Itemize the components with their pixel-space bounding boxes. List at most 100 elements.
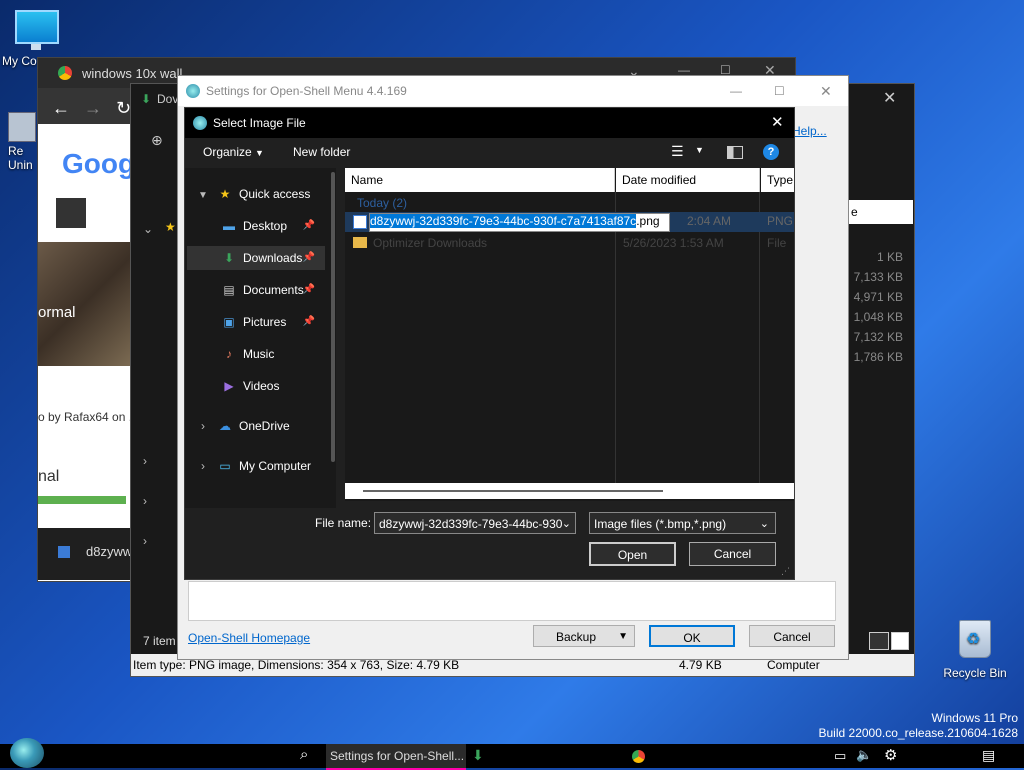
chevron-right-icon[interactable]: › — [143, 494, 147, 508]
homepage-link[interactable]: Open-Shell Homepage — [188, 631, 310, 645]
thumbnail-icon[interactable] — [56, 198, 86, 228]
chrome-icon[interactable] — [632, 750, 645, 763]
chevron-down-icon: ⌄ — [561, 518, 571, 530]
settings-titlebar: Settings for Open-Shell Menu 4.4.169 — ☐… — [178, 76, 848, 106]
column-header-size[interactable]: e — [847, 200, 913, 224]
browser-tab-title[interactable]: windows 10x wall — [82, 66, 182, 81]
desktop-icon-uninstall[interactable]: Re Unin — [8, 112, 38, 172]
file-row-selected[interactable]: 2:04 AM PNG d8zywwj-32d339fc-79e3-44bc-9… — [345, 212, 794, 232]
ok-button[interactable]: OK — [649, 625, 735, 647]
gear-icon[interactable]: ⚙ — [884, 746, 897, 764]
taskbar-item-settings[interactable]: Settings for Open-Shell... — [326, 744, 466, 770]
reload-icon[interactable]: ↻ — [116, 98, 131, 119]
progress-bar — [38, 496, 126, 504]
network-icon[interactable]: ▭ — [834, 748, 846, 764]
dialog-titlebar: Select Image File ✕ — [185, 108, 794, 138]
settings-title: Settings for Open-Shell Menu 4.4.169 — [206, 84, 407, 98]
nav-item-videos[interactable]: ▶ Videos — [221, 374, 279, 398]
size-cell: 1 KB — [876, 250, 903, 264]
column-header-name[interactable]: Name — [345, 168, 615, 192]
help-link[interactable]: Help... — [792, 124, 827, 138]
organize-button[interactable]: Organize ▼ — [203, 145, 264, 159]
back-arrow-icon[interactable]: ← — [52, 98, 70, 119]
nav-label: Desktop — [243, 219, 288, 233]
dropdown-arrow-icon: ▼ — [255, 148, 264, 158]
minimize-icon[interactable]: — — [730, 76, 742, 106]
folder-icon — [353, 237, 367, 248]
nav-item-onedrive[interactable]: › ☁ OneDrive — [195, 414, 290, 438]
add-icon[interactable]: ⊕ — [151, 132, 163, 149]
maximize-icon[interactable]: ☐ — [774, 76, 785, 106]
file-type: File — [767, 236, 787, 250]
dialog-command-bar: Organize ▼ New folder ☰ ▼ ? — [185, 138, 794, 168]
file-type-value: Image files (*.bmp,*.png) — [594, 517, 727, 531]
cancel-button[interactable]: Cancel — [749, 625, 835, 647]
nav-item-downloads[interactable]: ⬇ Downloads 📌 — [187, 246, 325, 270]
chevron-down-icon[interactable]: ⌄ — [143, 222, 153, 236]
dialog-cancel-button[interactable]: Cancel — [689, 542, 776, 566]
chevron-right-icon[interactable]: › — [143, 534, 147, 548]
dropdown-arrow-icon[interactable]: ▼ — [695, 145, 704, 155]
nav-label: OneDrive — [239, 419, 290, 433]
help-icon[interactable]: ? — [763, 144, 779, 160]
chrome-icon — [58, 66, 72, 80]
rename-input[interactable]: d8zywwj-32d339fc-79e3-44bc-930f-c7a7413a… — [369, 213, 670, 232]
preview-pane-icon[interactable] — [727, 146, 743, 159]
view-list-icon[interactable]: ☰ — [671, 143, 684, 160]
nav-scrollbar[interactable] — [331, 172, 335, 462]
notification-icon[interactable]: ▤ — [982, 747, 995, 764]
nav-item-desktop[interactable]: ▬ Desktop 📌 — [221, 214, 325, 238]
size-cell: 7,133 KB — [853, 270, 903, 284]
column-header-date[interactable]: Date modified — [616, 168, 760, 192]
file-type-select[interactable]: Image files (*.bmp,*.png) ⌄ — [589, 512, 776, 534]
watermark-build: Build 22000.co_release.210604-1628 — [818, 726, 1019, 740]
star-icon: ★ — [165, 220, 176, 234]
rename-selected-text: d8zywwj-32d339fc-79e3-44bc-930f-c7a7413a… — [370, 214, 637, 228]
settings-panel — [188, 581, 836, 621]
backup-button[interactable]: Backup ▼ — [533, 625, 635, 647]
close-icon[interactable]: ✕ — [771, 108, 784, 138]
desktop-icon-recycle-bin[interactable]: Recycle Bin — [940, 620, 1010, 680]
star-icon: ★ — [219, 187, 231, 201]
author-text: o by Rafax64 on . — [38, 410, 133, 424]
column-header-type[interactable]: Type — [761, 168, 794, 192]
computer-icon: ▭ — [219, 459, 231, 473]
volume-icon[interactable]: 🔈 — [856, 747, 872, 763]
open-button[interactable]: Open — [589, 542, 676, 566]
nav-label: Quick access — [239, 187, 311, 201]
nav-item-pictures[interactable]: ▣ Pictures 📌 — [221, 310, 325, 334]
taskbar: ⌕ Settings for Open-Shell... ⬇ ▭ 🔈 ⚙ ▤ — [0, 738, 1024, 770]
group-header[interactable]: Today (2) — [357, 196, 407, 210]
section-text: nal — [38, 468, 60, 485]
tiles-view-icon[interactable] — [891, 632, 909, 650]
nav-quick-access[interactable]: ▼ ★ Quick access — [195, 182, 310, 206]
rename-extension: .png — [636, 214, 660, 228]
forward-arrow-icon[interactable]: → — [84, 98, 102, 119]
resize-grip-icon[interactable]: ⋰ — [781, 566, 790, 577]
dialog-file-list[interactable]: Name Date modified Type Today (2) 2:04 A… — [345, 168, 794, 501]
new-folder-button[interactable]: New folder — [293, 145, 350, 159]
select-image-dialog[interactable]: Select Image File ✕ Organize ▼ New folde… — [184, 107, 795, 580]
close-icon[interactable]: ✕ — [820, 76, 832, 106]
close-icon[interactable]: ✕ — [883, 88, 896, 108]
download-item-name[interactable]: d8zyww — [86, 544, 132, 559]
search-icon[interactable]: ⌕ — [300, 746, 308, 763]
start-button[interactable] — [10, 738, 44, 768]
music-icon: ♪ — [226, 347, 232, 361]
nav-item-documents[interactable]: ▤ Documents 📌 — [221, 278, 325, 302]
size-cell: 7,132 KB — [853, 330, 903, 344]
scrollbar-thumb[interactable] — [363, 490, 663, 492]
file-row[interactable]: Optimizer Downloads 5/26/2023 1:53 AM Fi… — [345, 234, 794, 254]
file-name-field[interactable]: d8zywwj-32d339fc-79e3-44bc-930 ⌄ — [374, 512, 576, 534]
nav-item-my-computer[interactable]: › ▭ My Computer — [195, 454, 311, 478]
browser-content: Goog ormal o by Rafax64 on . nal — [38, 124, 135, 581]
horizontal-scrollbar[interactable] — [345, 483, 794, 499]
details-view-icon[interactable] — [869, 632, 889, 650]
chevron-right-icon[interactable]: › — [143, 454, 147, 468]
cloud-icon: ☁ — [219, 419, 231, 433]
nav-item-music[interactable]: ♪ Music — [221, 342, 274, 366]
download-arrow-icon[interactable]: ⬇ — [472, 747, 484, 764]
size-cell: 1,786 KB — [853, 350, 903, 364]
computer-icon — [15, 10, 59, 50]
status-location: Computer — [767, 658, 820, 672]
